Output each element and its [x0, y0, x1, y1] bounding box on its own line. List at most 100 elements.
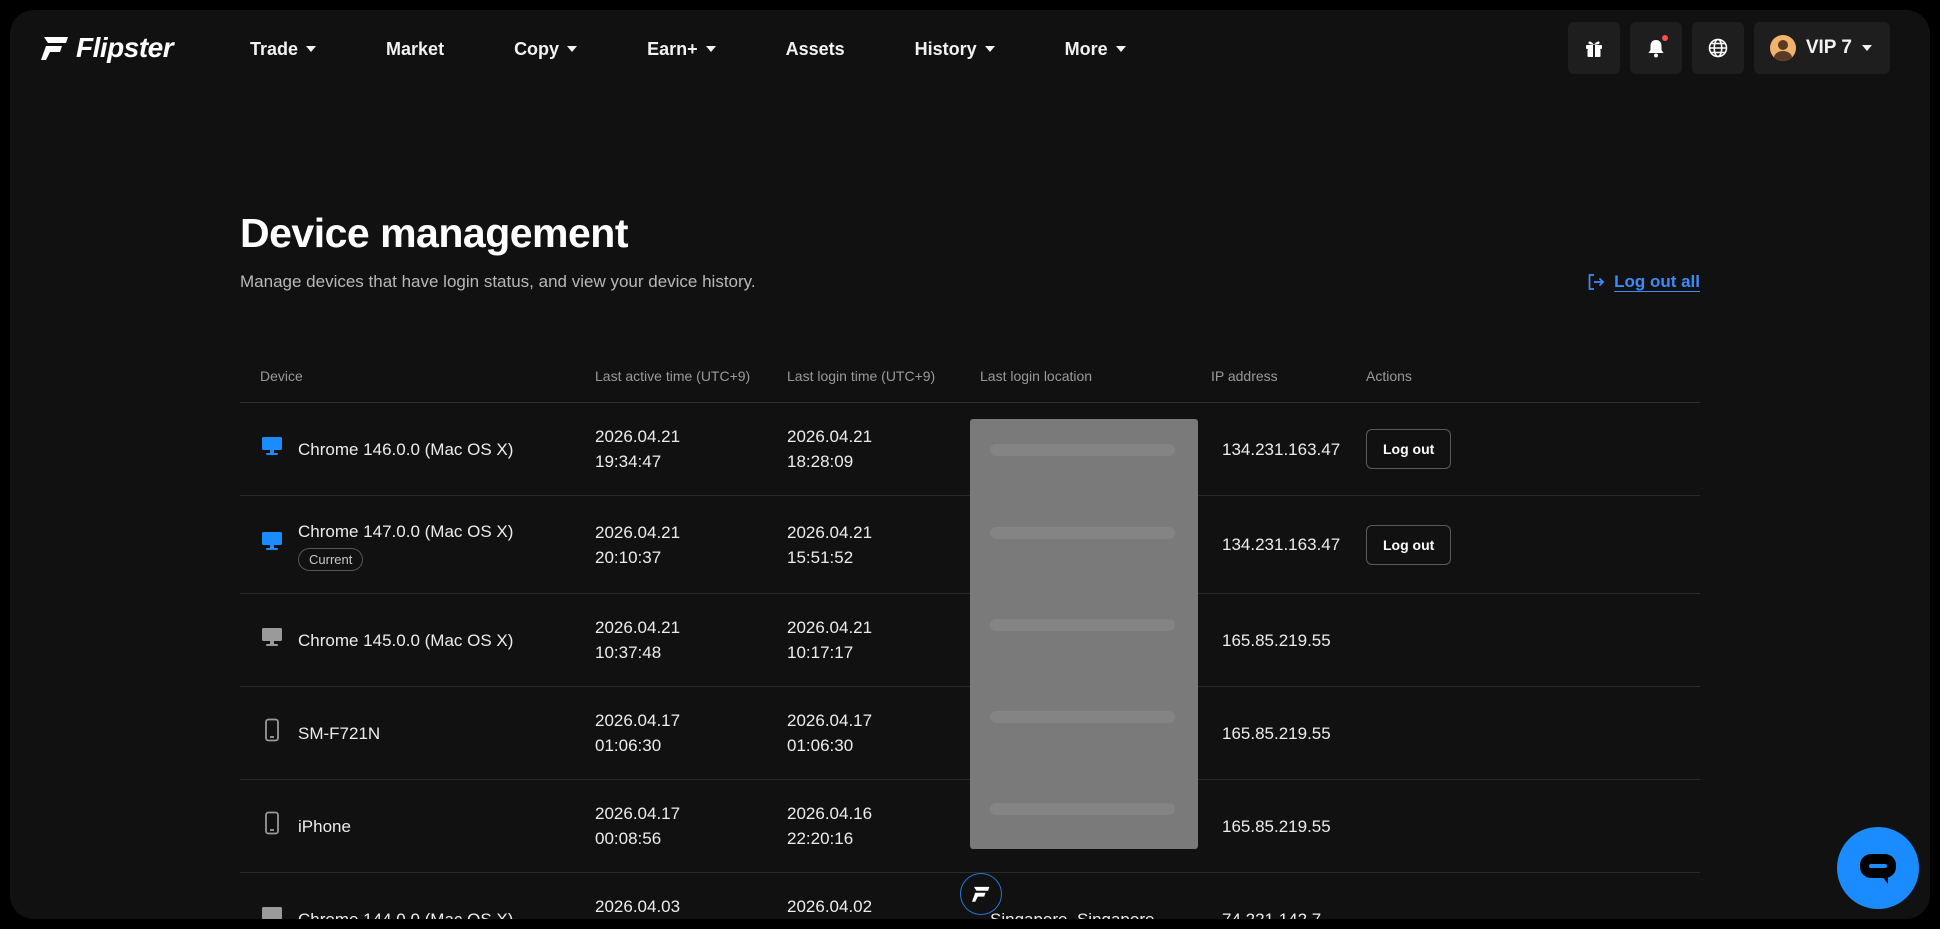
device-name: SM-F721N	[298, 723, 381, 743]
header-last-active: Last active time (UTC+9)	[595, 368, 751, 384]
main-menu: Trade Market Copy Earn+ Assets History More	[250, 10, 1196, 88]
notification-dot	[1661, 35, 1668, 41]
last-login-date: 2026.04.21	[787, 618, 873, 637]
last-login-time: 18:28:09	[787, 452, 854, 471]
device-name: Chrome 146.0.0 (Mac OS X)	[298, 439, 514, 459]
gift-icon	[1585, 41, 1602, 57]
redacted-location-block	[970, 419, 1198, 849]
ip-cell: 134.231.163.47	[1222, 535, 1341, 554]
last-login-time: 15:51:52	[787, 547, 854, 567]
nav-item-trade[interactable]: Trade	[250, 38, 317, 60]
last-login-date: 2026.04.21	[787, 427, 873, 446]
floating-brand-icon[interactable]	[960, 873, 1002, 915]
last-login-date: 2026.04.02	[787, 897, 873, 916]
chevron-down-icon	[1115, 46, 1126, 52]
nav-item-label: History	[914, 38, 977, 59]
last-active-date: 2026.04.21	[595, 522, 681, 542]
vip-label: VIP 7	[1805, 37, 1852, 58]
device-cell: Chrome 146.0.0 (Mac OS X)	[260, 403, 513, 495]
actions-cell: Log out	[1366, 403, 1452, 495]
last-login-cell: 2026.04.21 15:51:52	[787, 496, 872, 593]
desktop-icon	[260, 904, 284, 919]
actions-cell: Log out	[1366, 496, 1452, 593]
nav-item-label: Copy	[514, 38, 560, 59]
last-active-cell: 2026.04.17 01:06:30	[595, 687, 680, 779]
header-tools: VIP 7	[1567, 22, 1890, 74]
last-active-cell: 2026.04.21 10:37:48	[595, 594, 680, 686]
brand-name: Flipster	[76, 32, 174, 63]
nav-item-label: Market	[386, 38, 445, 59]
ip-cell: 165.85.219.55	[1222, 723, 1331, 743]
last-active-date: 2026.04.21	[595, 427, 681, 446]
phone-icon	[260, 811, 284, 842]
last-login-cell: 2026.04.17 01:06:30	[787, 687, 872, 779]
nav-item-label: Earn+	[647, 38, 698, 59]
phone-icon	[260, 718, 284, 749]
ip-cell: 165.85.219.55	[1222, 630, 1331, 650]
nav-item-assets[interactable]: Assets	[786, 39, 845, 60]
device-cell: SM-F721N	[260, 687, 380, 779]
last-active-time: 20:10:37	[595, 547, 662, 567]
chevron-down-icon	[705, 46, 716, 52]
device-name: Chrome 144.0.0 (Mac OS X)	[298, 909, 514, 920]
device-cell: Chrome 145.0.0 (Mac OS X)	[260, 594, 513, 686]
last-active-cell: 2026.04.03 18:24:56	[595, 873, 680, 919]
last-login-time: 22:20:16	[787, 829, 854, 848]
chevron-down-icon	[984, 46, 995, 52]
last-login-date: 2026.04.17	[787, 711, 873, 730]
ip-cell: 74.221.142.7	[1222, 909, 1322, 920]
header-ip: IP address	[1211, 368, 1278, 384]
nav-item-earn[interactable]: Earn+	[647, 39, 716, 60]
top-nav: Flipster Trade Market Copy Earn+ Assets Histo…	[10, 10, 1930, 88]
gift-button[interactable]	[1567, 22, 1620, 74]
nav-item-copy[interactable]: Copy	[514, 38, 578, 60]
desktop-icon	[260, 625, 284, 656]
last-active-date: 2026.04.17	[595, 804, 681, 823]
device-name: Chrome 145.0.0 (Mac OS X)	[298, 630, 514, 650]
brand-logo[interactable]: Flipster	[40, 32, 174, 64]
logout-all-link[interactable]: Log out all	[1586, 272, 1700, 292]
logout-icon	[1588, 274, 1605, 290]
chat-bubble-icon	[1860, 854, 1896, 884]
chat-support-button[interactable]	[1837, 827, 1919, 909]
desktop-icon	[260, 434, 284, 465]
header-location: Last login location	[980, 368, 1093, 384]
last-login-time: 01:06:30	[787, 736, 854, 755]
ip-cell: 165.85.219.55	[1222, 816, 1331, 836]
last-login-cell: 2026.04.21 18:28:09	[787, 403, 872, 495]
device-cell: Chrome 147.0.0 (Mac OS X) Current	[260, 496, 513, 593]
device-cell: iPhone	[260, 780, 351, 872]
globe-icon	[1708, 38, 1728, 58]
nav-item-more[interactable]: More	[1065, 39, 1126, 60]
nav-item-market[interactable]: Market	[386, 39, 444, 60]
last-active-cell: 2026.04.21 19:34:47	[595, 403, 680, 495]
last-login-cell: 2026.04.21 10:17:17	[787, 594, 872, 686]
chevron-down-icon	[306, 46, 317, 52]
app-window: Flipster Trade Market Copy Earn+ Assets Histo…	[10, 10, 1930, 919]
last-active-date: 2026.04.03	[595, 897, 681, 916]
header-last-login: Last login time (UTC+9)	[787, 368, 936, 384]
table-header: Device Last active time (UTC+9) Last log…	[240, 350, 1700, 403]
last-login-cell: 2026.04.02 13:44:31	[787, 873, 872, 919]
account-menu-button[interactable]: VIP 7	[1753, 22, 1890, 74]
nav-item-label: More	[1064, 38, 1108, 59]
last-active-cell: 2026.04.17 00:08:56	[595, 780, 680, 872]
last-active-time: 01:06:30	[595, 736, 662, 755]
last-active-cell: 2026.04.21 20:10:37	[595, 496, 680, 593]
logout-all-label: Log out all	[1614, 272, 1700, 291]
device-cell: Chrome 144.0.0 (Mac OS X)	[260, 873, 513, 919]
flipster-logo-icon	[41, 37, 68, 60]
last-active-time: 19:34:47	[595, 452, 662, 471]
nav-item-history[interactable]: History	[915, 39, 995, 60]
notifications-button[interactable]	[1629, 22, 1682, 74]
nav-item-label: Trade	[250, 38, 299, 59]
header-device: Device	[260, 368, 303, 384]
current-device-badge: Current	[298, 547, 364, 571]
logout-device-button[interactable]: Log out	[1366, 429, 1452, 469]
logout-device-button[interactable]: Log out	[1366, 524, 1452, 565]
language-button[interactable]	[1691, 22, 1744, 74]
ip-cell: 134.231.163.47	[1222, 439, 1341, 459]
last-active-date: 2026.04.21	[595, 618, 681, 637]
header-actions: Actions	[1366, 368, 1412, 384]
avatar	[1769, 35, 1796, 61]
